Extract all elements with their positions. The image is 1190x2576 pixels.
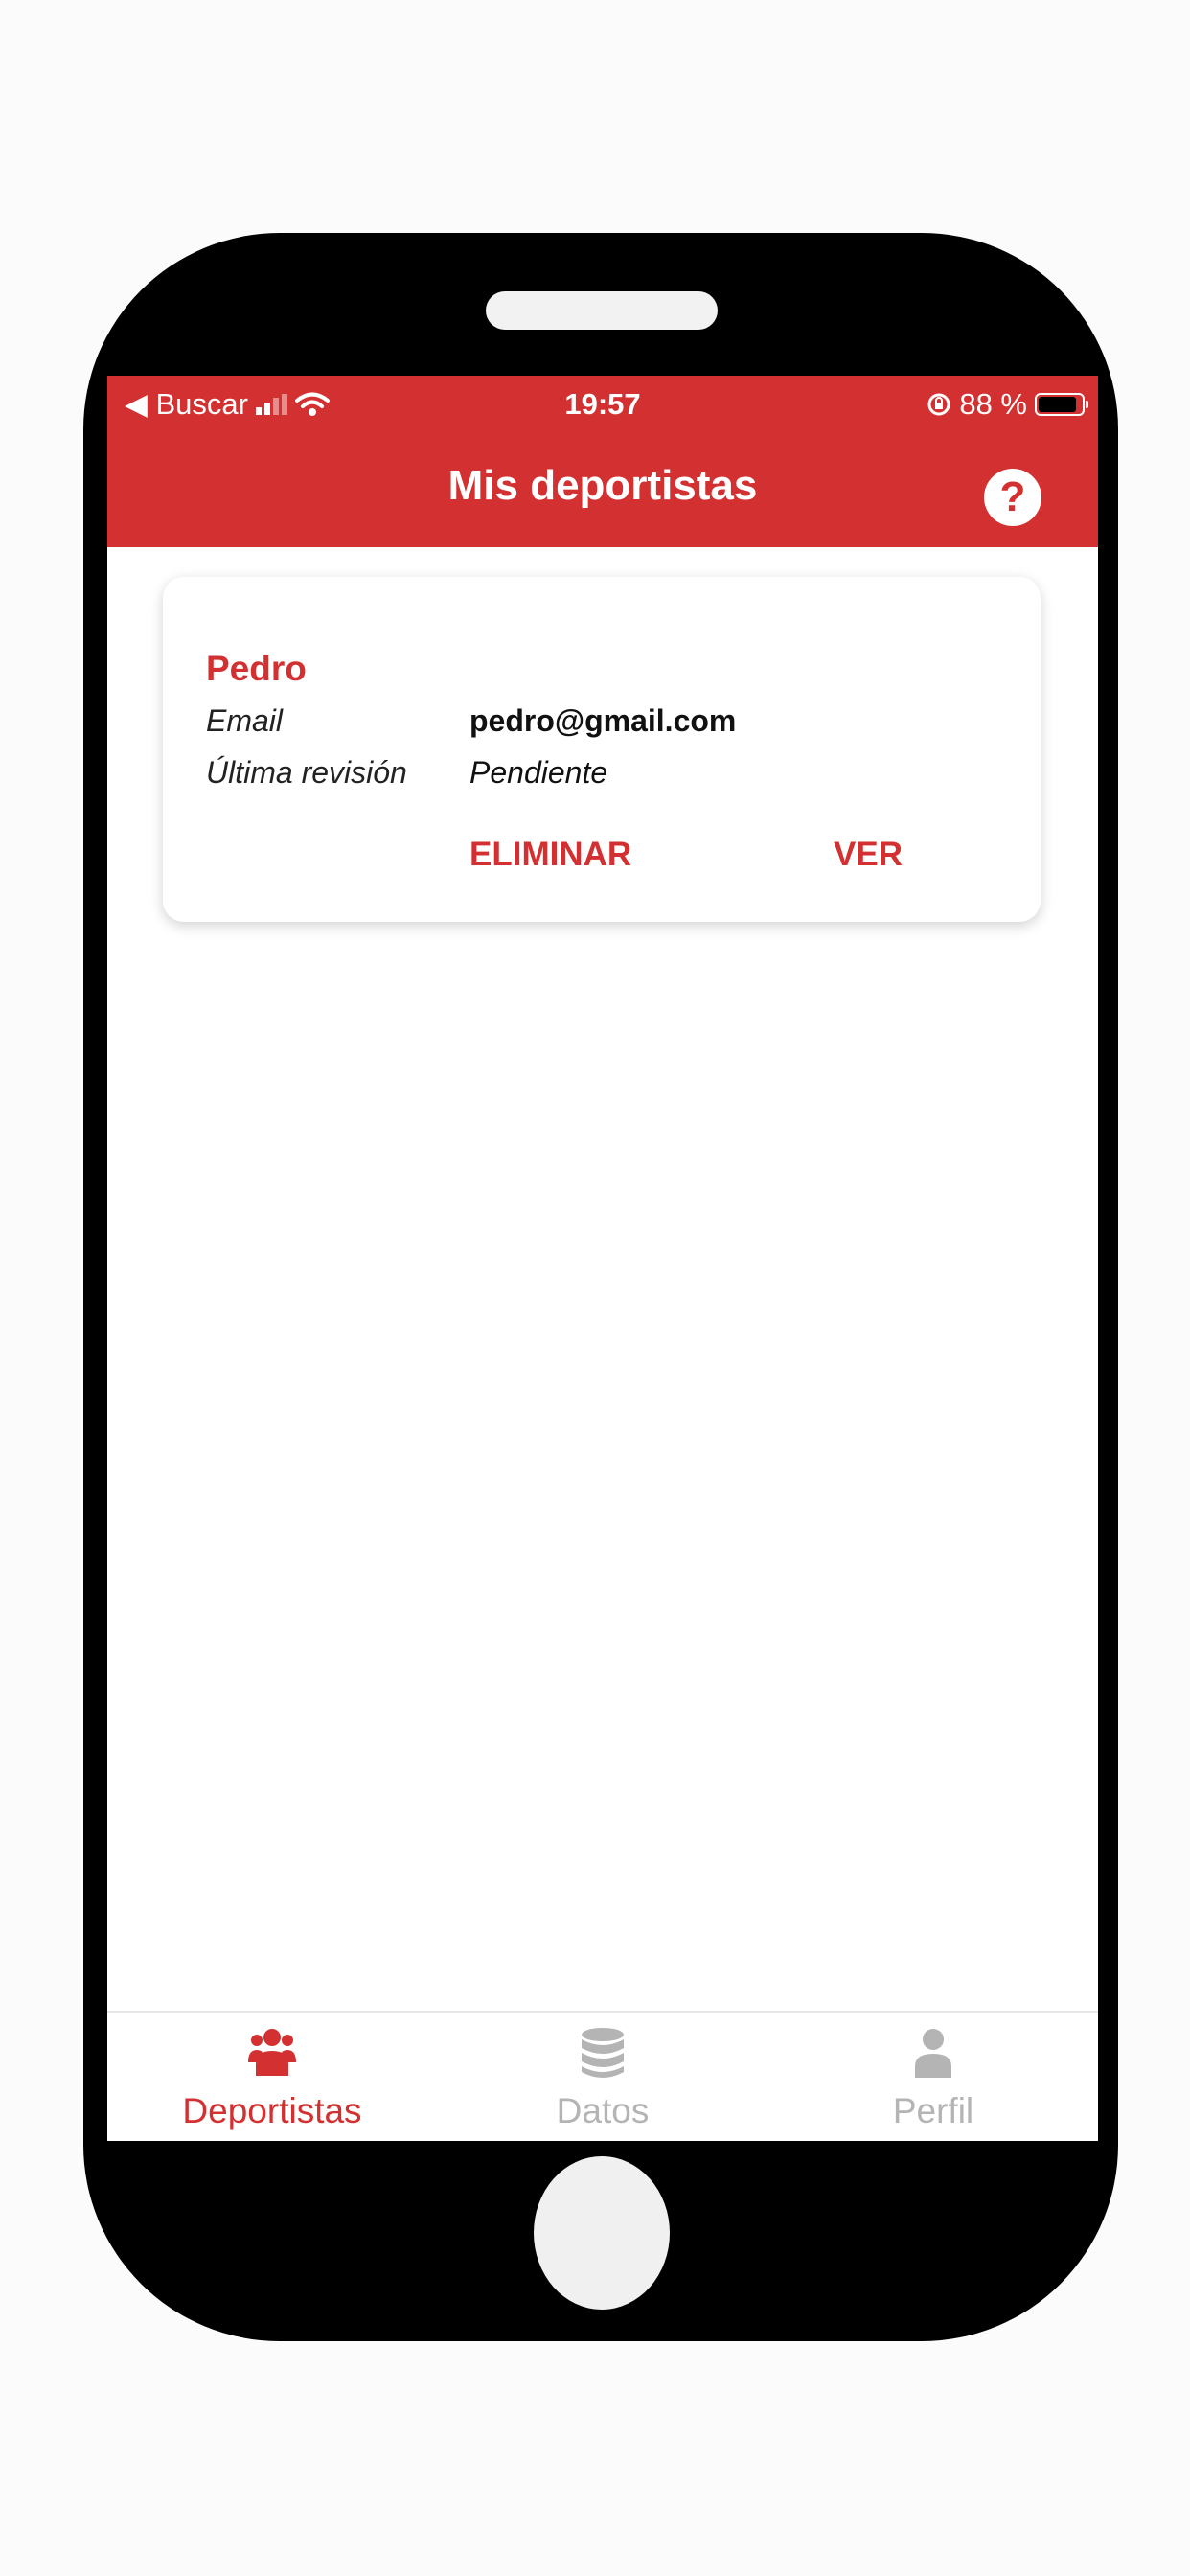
- athlete-name: Pedro: [206, 649, 307, 688]
- database-icon: [582, 2028, 624, 2078]
- tab-deportistas[interactable]: Deportistas: [107, 2012, 437, 2141]
- athlete-card: Pedro Email pedro@gmail.com Última revis…: [163, 577, 1041, 922]
- tab-datos[interactable]: Datos: [438, 2012, 767, 2141]
- battery-percentage: 88 %: [959, 387, 1027, 421]
- home-button[interactable]: [534, 2156, 670, 2310]
- orientation-lock-icon: [927, 393, 950, 416]
- user-icon: [915, 2029, 951, 2078]
- battery-icon: [1035, 393, 1088, 416]
- tab-label-deportistas: Deportistas: [182, 2091, 362, 2130]
- tab-label-datos: Datos: [556, 2091, 650, 2130]
- tab-label-perfil: Perfil: [892, 2091, 974, 2130]
- tab-perfil[interactable]: Perfil: [768, 2012, 1098, 2141]
- help-icon[interactable]: ?: [984, 469, 1041, 526]
- view-button[interactable]: VER: [834, 836, 903, 874]
- app-header: ◀ Buscar 19:57 88 % Mis deportistas ?: [107, 376, 1098, 547]
- battery-level: [1039, 397, 1076, 412]
- status-bar: ◀ Buscar 19:57 88 %: [107, 376, 1098, 435]
- phone-speaker: [486, 291, 718, 330]
- tab-bar: Deportistas Datos Perfil: [107, 2011, 1098, 2141]
- page-title: Mis deportistas: [447, 462, 758, 509]
- last-review-value: Pendiente: [469, 755, 608, 790]
- last-review-label: Última revisión: [206, 755, 407, 790]
- app-screen: ◀ Buscar 19:57 88 % Mis deportistas ? Pe…: [107, 376, 1098, 2141]
- email-value: pedro@gmail.com: [469, 703, 737, 738]
- users-icon: [248, 2029, 296, 2076]
- email-label: Email: [206, 703, 284, 738]
- status-right: 88 %: [927, 387, 1088, 422]
- delete-button[interactable]: ELIMINAR: [469, 836, 631, 874]
